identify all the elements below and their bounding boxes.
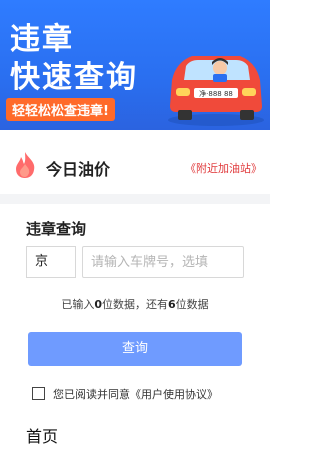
plate-number-input[interactable] <box>82 246 244 278</box>
nearby-gas-station-link[interactable]: 《附近加油站》 <box>185 160 262 176</box>
banner-plate-text: 净·888 88 <box>199 89 233 98</box>
oil-price-title: 今日油价 <box>46 160 111 179</box>
nav-home[interactable]: 首页 <box>26 423 58 447</box>
banner-title-line2: 快速查询 <box>10 60 138 95</box>
violation-query-card: 违章查询 京 已输入0位数据，还有6位数据 查询 您已阅读并同意《用户使用协议》 <box>12 206 258 416</box>
remaining-count: 6 <box>168 298 176 311</box>
hero-banner: 违章 快速查询 轻轻松松查违章! 净·888 88 <box>0 0 270 130</box>
section-divider <box>0 194 270 204</box>
input-progress-hint: 已输入0位数据，还有6位数据 <box>61 298 209 311</box>
query-button[interactable]: 查询 <box>28 332 242 366</box>
agreement-text: 您已阅读并同意《用户使用协议》 <box>53 388 218 401</box>
oil-price-section[interactable]: 今日油价 《附近加油站》 <box>0 140 270 194</box>
query-card-title: 违章查询 <box>26 220 87 238</box>
province-selector[interactable]: 京 <box>26 246 76 278</box>
banner-slogan: 轻轻松松查违章! <box>6 98 115 121</box>
entered-count: 0 <box>94 298 102 311</box>
car-illustration: 净·888 88 <box>158 32 268 128</box>
agreement-checkbox[interactable] <box>32 387 45 400</box>
flame-icon <box>12 150 38 180</box>
bottom-nav: 首页 <box>0 420 270 450</box>
agreement-row[interactable]: 您已阅读并同意《用户使用协议》 <box>32 386 218 402</box>
